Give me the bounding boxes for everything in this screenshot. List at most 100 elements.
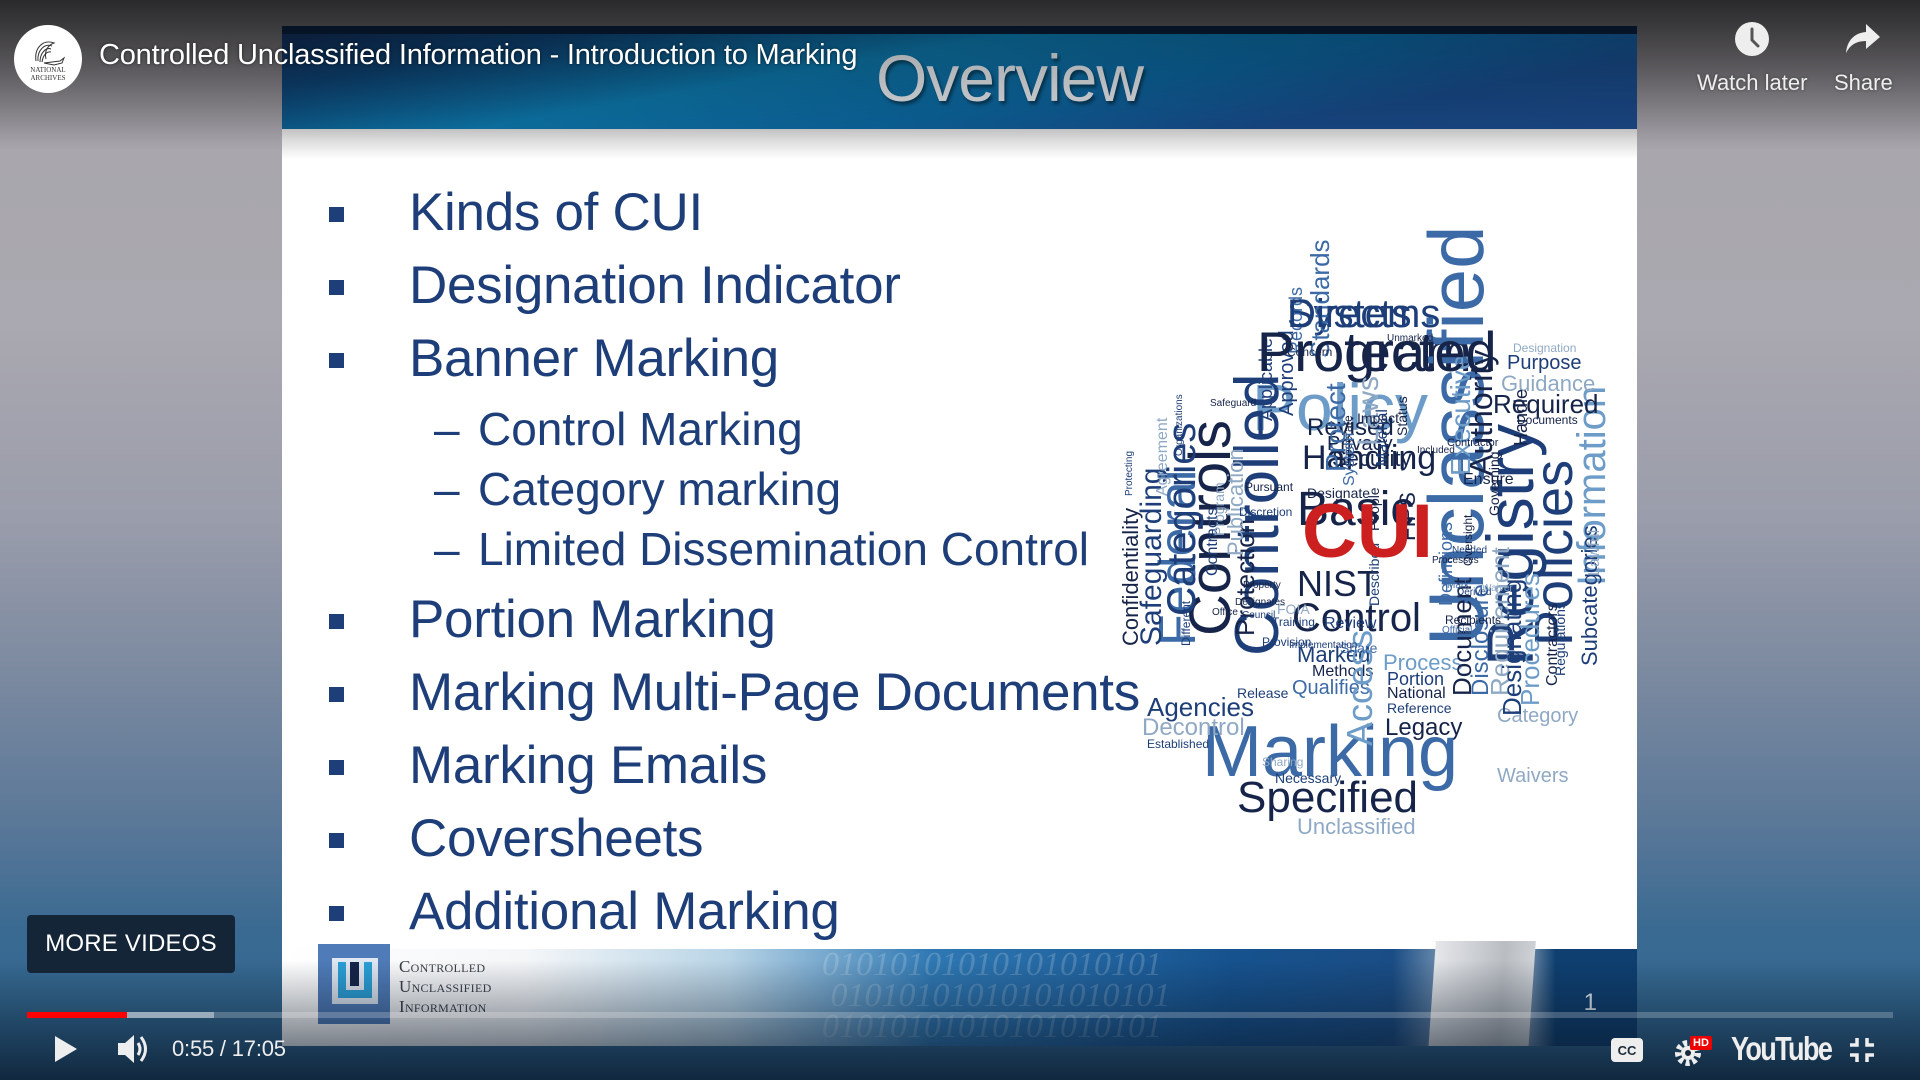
word-cloud: Systems Program Policy Unclassified Registry…: [1117, 225, 1637, 839]
bullet-text: Coversheets: [409, 809, 704, 868]
logo-line: Controlled: [399, 957, 486, 976]
video-player[interactable]: Overview Kinds of CUI Designation Indica…: [0, 0, 1920, 1080]
bullet-square-icon: [329, 906, 344, 921]
exit-fullscreen-button[interactable]: [1848, 1036, 1876, 1069]
bullet-text: Marking Emails: [409, 736, 768, 795]
bullet-text: Marking Multi-Page Documents: [409, 663, 1140, 722]
youtube-logo[interactable]: YouTube: [1731, 1030, 1833, 1068]
bullet-square-icon: [329, 353, 344, 368]
bullet-text: Portion Marking: [409, 590, 776, 649]
page-curl: [1428, 941, 1536, 1046]
word-cloud-word: Mark: [1447, 580, 1470, 591]
sub-bullet-text: Limited Dissemination Control: [478, 523, 1090, 575]
hd-badge: HD: [1690, 1036, 1712, 1050]
channel-avatar[interactable]: NATIONAL ARCHIVES: [14, 25, 82, 93]
word-cloud-word: Procedures: [1515, 573, 1545, 706]
bullet-list: Kinds of CUI Designation Indicator Banne…: [326, 181, 1140, 953]
bullet-item: Marking Emails: [326, 734, 1140, 807]
bullet-square-icon: [329, 760, 344, 775]
slide-footer: 01010101010101010101 0101010101010101010…: [282, 941, 1637, 1046]
word-cloud-word: Designation: [1513, 341, 1577, 355]
word-cloud-word: Included: [1417, 445, 1455, 456]
word-cloud-word: Material: [1374, 409, 1391, 466]
dash-icon: –: [434, 523, 460, 575]
word-cloud-word: Confidentiality: [1118, 507, 1143, 646]
word-cloud-word: Council: [1242, 610, 1276, 621]
word-cloud-word: Release: [1237, 685, 1289, 701]
sub-bullet-item: – Control Marking: [326, 400, 1140, 460]
word-cloud-word: Discretion: [1239, 505, 1293, 519]
word-cloud-word: Oversight: [1461, 514, 1475, 566]
sub-bullet-text: Category marking: [478, 463, 842, 515]
bullet-item: Banner Marking: [326, 327, 1140, 400]
word-cloud-word: Training: [1272, 615, 1315, 629]
word-cloud-word: Sharing: [1262, 755, 1304, 769]
word-cloud-word: Purpose: [1507, 352, 1582, 374]
word-cloud-word: Implementation: [1289, 640, 1358, 651]
more-videos-button[interactable]: MORE VIDEOS: [27, 915, 235, 973]
eagle-icon: NATIONAL ARCHIVES: [30, 41, 66, 82]
word-cloud-word: Review: [1324, 615, 1377, 632]
volume-button[interactable]: [116, 1032, 152, 1071]
cc-icon: CC: [1611, 1038, 1643, 1062]
sub-bullet-item: – Category marking: [326, 460, 1140, 520]
word-cloud-word: Protected: [1257, 320, 1497, 383]
svg-text:NATIONAL: NATIONAL: [30, 66, 65, 74]
word-cloud-word: Handle: [1511, 388, 1531, 446]
progress-bar[interactable]: [27, 1012, 1893, 1018]
bullet-item: Portion Marking: [326, 588, 1140, 661]
bullet-text: Banner Marking: [409, 329, 779, 388]
word-cloud-word: Waivers: [1497, 765, 1569, 787]
sub-bullet-text: Control Marking: [478, 403, 803, 455]
word-cloud-word: Necessary: [1275, 770, 1342, 786]
word-cloud-word: Property: [1243, 580, 1281, 591]
dash-icon: –: [434, 403, 460, 455]
word-cloud-word: Governing: [1486, 451, 1502, 516]
bullet-square-icon: [329, 280, 344, 295]
word-cloud-word: Agreement: [1154, 417, 1171, 496]
word-cloud-word: Pursuant: [1245, 480, 1294, 494]
logo-line: Unclassified: [399, 977, 492, 996]
share-button[interactable]: Share: [1834, 20, 1893, 96]
slide: Overview Kinds of CUI Designation Indica…: [282, 26, 1637, 1046]
clock-icon: [1735, 22, 1770, 56]
exit-fullscreen-icon: [1850, 1038, 1874, 1062]
word-cloud-word: Organizations: [1174, 394, 1185, 456]
bullet-square-icon: [329, 614, 344, 629]
word-cloud-center-word: CUI: [1302, 489, 1433, 574]
cui-logo-text: Controlled Unclassified Information: [399, 957, 492, 1017]
time-display: 0:55 / 17:05: [172, 1036, 286, 1061]
played-bar: [27, 1012, 128, 1018]
bullet-item: Designation Indicator: [326, 254, 1140, 327]
bullet-item: Kinds of CUI: [326, 181, 1140, 254]
word-cloud-word: Unclassified: [1297, 814, 1416, 839]
bullet-item: Coversheets: [326, 807, 1140, 880]
svg-text:ARCHIVES: ARCHIVES: [30, 74, 65, 82]
captions-button[interactable]: CC: [1611, 1038, 1643, 1067]
bullet-text: Kinds of CUI: [409, 183, 703, 242]
share-label: Share: [1834, 70, 1893, 95]
word-cloud-word: Lawful: [1586, 529, 1603, 576]
word-cloud-word: Protecting: [1124, 450, 1135, 496]
word-cloud-word: System: [1341, 432, 1358, 486]
bullet-square-icon: [329, 833, 344, 848]
word-cloud-word: Program: [1211, 482, 1227, 536]
word-cloud-word: Established: [1147, 737, 1210, 751]
word-cloud-word: Different: [1179, 600, 1193, 646]
word-cloud-word: Regulations: [1552, 602, 1568, 676]
play-button[interactable]: [52, 1034, 80, 1069]
bullet-text: Designation Indicator: [409, 256, 901, 315]
bullet-item: Marking Multi-Page Documents: [326, 661, 1140, 734]
word-cloud-word: Publication: [1223, 448, 1248, 556]
video-title[interactable]: Controlled Unclassified Information - In…: [99, 39, 857, 72]
bullet-item: Additional Marking: [326, 880, 1140, 953]
word-cloud-word: Official: [1442, 625, 1473, 636]
word-cloud-word: Designates: [1235, 597, 1286, 608]
watch-later-label: Watch later: [1697, 70, 1808, 95]
word-cloud-word: Office: [1212, 607, 1238, 618]
watch-later-button[interactable]: Watch later: [1697, 20, 1807, 96]
share-arrow-icon: [1846, 24, 1881, 53]
bullet-square-icon: [329, 687, 344, 702]
word-cloud-word: Waiver: [1482, 583, 1513, 594]
svg-text:CC: CC: [1618, 1043, 1637, 1058]
